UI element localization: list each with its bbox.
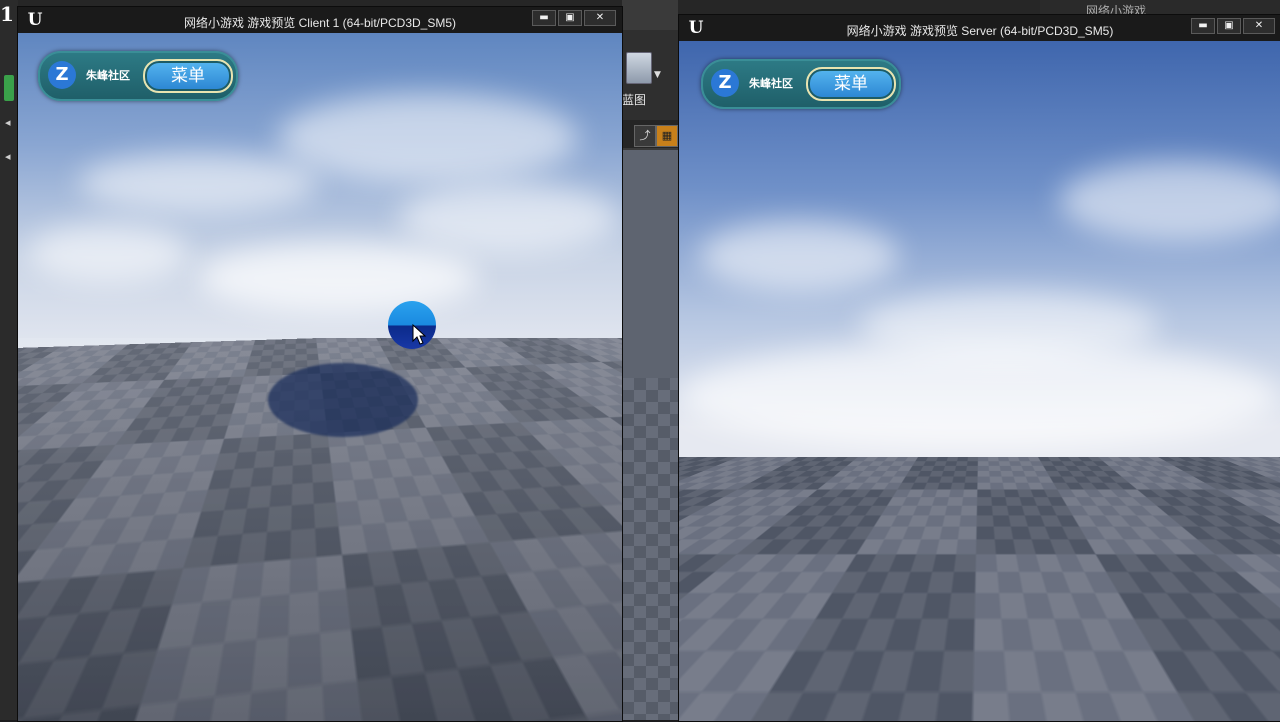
minimize-button[interactable]: ▬: [1191, 18, 1215, 34]
server-window: U 网络小游戏 游戏预览 Server (64-bit/PCD3D_SM5) ▬…: [678, 14, 1280, 722]
grid-icon[interactable]: ▦: [656, 125, 678, 147]
cloud: [198, 243, 478, 313]
cloud: [1059, 161, 1280, 241]
cloud: [699, 221, 899, 291]
cloud: [28, 223, 188, 283]
maximize-button[interactable]: ▣: [558, 10, 582, 26]
cloud: [78, 153, 318, 213]
client-titlebar[interactable]: U 网络小游戏 游戏预览 Client 1 (64-bit/PCD3D_SM5)…: [18, 7, 622, 33]
server-window-title: 网络小游戏 游戏预览 Server (64-bit/PCD3D_SM5): [846, 24, 1114, 38]
window-controls: ▬ ▣ ✕: [532, 10, 616, 26]
graph-icon[interactable]: ⤴: [634, 125, 656, 147]
community-logo-icon: Z: [711, 69, 739, 97]
cloud: [398, 183, 618, 253]
player-ball: [388, 301, 436, 349]
close-button[interactable]: ✕: [584, 10, 616, 26]
chevron-left-icon[interactable]: ◂: [5, 116, 15, 130]
ball-shadow: [268, 363, 418, 437]
server-titlebar[interactable]: U 网络小游戏 游戏预览 Server (64-bit/PCD3D_SM5) ▬…: [679, 15, 1280, 41]
maximize-button[interactable]: ▣: [1217, 18, 1241, 34]
cloud: [278, 93, 578, 183]
mouse-cursor-icon: [412, 323, 427, 345]
editor-left-toolbar: 1 ◂ ◂: [0, 0, 18, 720]
client-game-viewport[interactable]: Z 朱峰社区 菜单: [18, 33, 622, 721]
editor-viewport-floor: [622, 378, 678, 720]
community-logo-icon: Z: [48, 61, 76, 89]
close-button[interactable]: ✕: [1243, 18, 1275, 34]
community-label: 朱峰社区: [86, 69, 130, 82]
menu-button[interactable]: 菜单: [806, 67, 896, 101]
unreal-logo-icon: 1: [0, 2, 14, 26]
editor-viewport-sky: [622, 150, 678, 378]
server-game-viewport[interactable]: Z 朱峰社区 菜单: [679, 41, 1280, 721]
cloud: [679, 341, 1279, 451]
play-indicator[interactable]: [4, 75, 14, 101]
client-hud: Z 朱峰社区 菜单: [38, 51, 238, 101]
minimize-button[interactable]: ▬: [532, 10, 556, 26]
watermark: Z 朱峰社区 ZF3D.COM: [1132, 666, 1270, 712]
client-window: U 网络小游戏 游戏预览 Client 1 (64-bit/PCD3D_SM5)…: [17, 6, 623, 722]
watermark-name: 朱峰社区: [1177, 672, 1270, 697]
watermark-url: ZF3D.COM: [1180, 698, 1270, 712]
chevron-down-icon[interactable]: ▼: [654, 70, 661, 80]
blueprint-icon[interactable]: [626, 52, 652, 84]
menu-button[interactable]: 菜单: [143, 59, 233, 93]
window-controls: ▬ ▣ ✕: [1191, 18, 1275, 34]
chevron-left-icon[interactable]: ◂: [5, 150, 15, 164]
community-label: 朱峰社区: [749, 77, 793, 90]
blueprint-label[interactable]: 蓝图: [622, 91, 646, 108]
server-hud: Z 朱峰社区 菜单: [701, 59, 901, 109]
watermark-logo-icon: Z: [1131, 663, 1160, 707]
